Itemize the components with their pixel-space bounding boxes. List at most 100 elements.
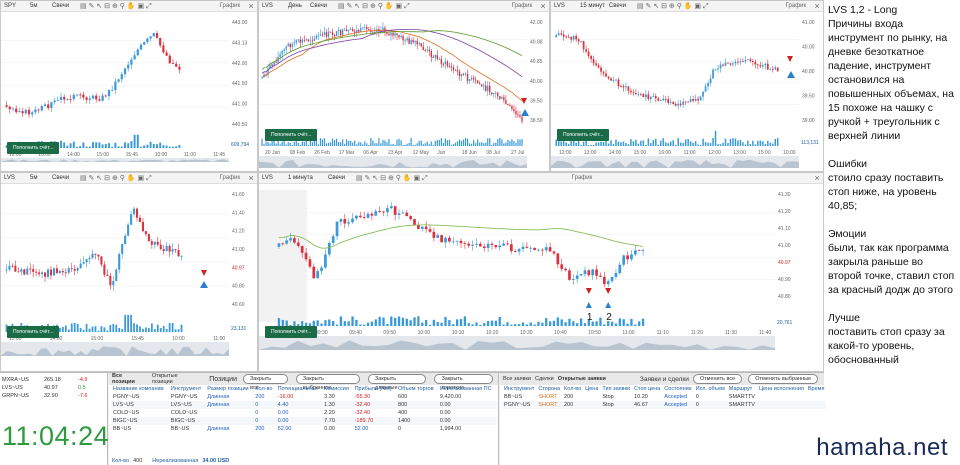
volume-bar xyxy=(729,138,732,146)
account-topup-button[interactable]: Пополнить счёт... xyxy=(7,326,60,338)
candle-body xyxy=(519,115,521,117)
close-short-button[interactable]: Закрыть короткие xyxy=(434,374,493,391)
tab-all-orders[interactable]: Все заявки xyxy=(503,376,531,382)
col-header[interactable]: Название компании xyxy=(111,385,169,393)
timeframe-selector[interactable]: 1 минута xyxy=(288,175,324,181)
col-header[interactable]: Инструмент xyxy=(169,385,205,393)
col-header[interactable]: Цена исполнения xyxy=(757,385,806,393)
tool-icons[interactable]: ▤ ✎ ↖ ⊟ ⊕ ⚲ ✋ ▣ ⤢ xyxy=(338,2,410,11)
col-header[interactable]: Стоп цена xyxy=(632,385,662,393)
candle-body xyxy=(351,29,354,32)
position-row[interactable]: COLD~US COLD~US 0 0.00 2.20 -32.40 400 0.00 xyxy=(111,409,497,417)
symbol-selector[interactable]: LVS xyxy=(554,3,576,9)
col-header[interactable]: Кол-во xyxy=(253,385,275,393)
volume-bar xyxy=(60,140,62,148)
timeframe-selector[interactable]: 5м xyxy=(30,175,48,181)
close-all-button[interactable]: Закрыть все xyxy=(242,374,288,391)
candle-body xyxy=(692,99,695,101)
account-topup-button[interactable]: Пополнить счёт... xyxy=(265,326,318,338)
tab-trades[interactable]: Сделки xyxy=(535,376,554,382)
timeframe-selector[interactable]: День xyxy=(288,3,306,9)
close-icon[interactable]: ⨯ xyxy=(248,2,254,10)
volume-bar xyxy=(124,142,126,148)
col-header[interactable]: Исп. объем xyxy=(694,385,727,393)
candle-body xyxy=(590,55,592,60)
close-selected-button[interactable]: Закрыть выбранное xyxy=(295,374,360,391)
volume-bar xyxy=(404,144,406,146)
position-row[interactable]: BB~US BB~US Длинная 200 52.00 0.00 52.00 0 1,994… xyxy=(111,425,497,433)
price-axis-label: 38.50 xyxy=(530,118,543,124)
col-header[interactable]: Размер позиции xyxy=(205,385,253,393)
cancel-all-button[interactable]: Отменить все xyxy=(692,374,743,384)
candle-body xyxy=(587,270,591,276)
volume-bar xyxy=(269,143,271,146)
table-cell: 0 xyxy=(255,410,259,416)
order-row[interactable]: PGNY~US SHORT 200 Stop 46.67 Accepted 0 SMARTTV xyxy=(502,401,827,409)
symbol-selector[interactable]: LVS xyxy=(262,175,284,181)
tool-icons[interactable]: ▤ ✎ ↖ ⊟ ⊕ ⚲ ✋ ▣ ⤢ xyxy=(637,2,709,11)
position-row[interactable]: PGNY~US PGNY~US Длинная 200 -16.00 3.30 -55.30… xyxy=(111,393,497,401)
watchlist-row[interactable]: MXRA~US 265.18 -4.9 xyxy=(0,376,89,384)
chart-type-selector[interactable]: Свечи xyxy=(52,3,76,9)
candle-body xyxy=(456,70,459,72)
col-header[interactable]: Состояние xyxy=(662,385,693,393)
tool-icons[interactable]: ▤ ✎ ↖ ⊟ ⊕ ⚲ ✋ ▣ ⤢ xyxy=(356,174,428,183)
cancel-selected-button[interactable]: Отменить выбранные xyxy=(748,374,819,384)
symbol-selector[interactable]: SPY xyxy=(4,3,26,9)
close-icon[interactable]: ⨯ xyxy=(814,2,820,10)
position-row[interactable]: BIGC~US BIGC~US 0 0.00 7.70 -189.70 1400 0.00 xyxy=(111,417,497,425)
volume-bar xyxy=(583,323,587,326)
time-axis-label: 15:00 xyxy=(634,150,647,156)
candle-body xyxy=(749,59,752,62)
watchlist-row[interactable]: LVS~US 40.97 0.5 xyxy=(0,384,89,392)
candle-body xyxy=(533,247,536,250)
volume-bar xyxy=(146,144,149,148)
price-axis-label: 442.00 xyxy=(232,61,248,67)
col-header[interactable]: Сторона xyxy=(536,385,562,393)
account-topup-button[interactable]: Пополнить счёт... xyxy=(7,142,60,154)
chart-type-selector[interactable]: Свечи xyxy=(609,3,633,9)
col-header[interactable]: Потенциальная xyxy=(276,385,323,393)
col-header[interactable]: Время xyxy=(806,385,827,393)
tab-all-positions[interactable]: Все позиции xyxy=(112,373,146,385)
col-header[interactable]: Цена xyxy=(583,385,600,393)
timeframe-selector[interactable]: 5м xyxy=(30,3,48,9)
volume-bar xyxy=(114,142,117,148)
tab-open-orders[interactable]: Открытые заявки xyxy=(558,376,606,382)
timeframe-selector[interactable]: 15 минут xyxy=(580,3,605,9)
close-icon[interactable]: ⨯ xyxy=(540,2,546,10)
close-long-button[interactable]: Закрыть длинные xyxy=(367,374,427,391)
col-header[interactable]: Тип заявки xyxy=(600,385,632,393)
col-header[interactable]: Комиссия xyxy=(322,385,352,393)
volume-bar xyxy=(665,142,667,146)
tool-icons[interactable]: ▤ ✎ ↖ ⊟ ⊕ ⚲ ✋ ▣ ⤢ xyxy=(80,174,152,183)
candle-body xyxy=(124,235,127,245)
col-header[interactable]: Кол-во xyxy=(562,385,583,393)
tab-open-positions[interactable]: Открытые позиции xyxy=(152,373,199,385)
col-header[interactable]: Инструмент xyxy=(502,385,536,393)
symbol-selector[interactable]: LVS xyxy=(262,3,284,9)
watchlist-row[interactable]: GRPN~US 32.90 -7.6 xyxy=(0,392,89,400)
chart-type-selector[interactable]: Свечи xyxy=(328,175,352,181)
order-row[interactable]: BB~US SHORT 200 Stop 10.20 Accepted 0 SMARTTV xyxy=(502,393,826,401)
close-icon[interactable]: ⨯ xyxy=(814,174,820,182)
col-header[interactable]: Объем торгов xyxy=(396,385,438,393)
candle-body xyxy=(652,96,655,97)
buy-marker-icon xyxy=(787,71,795,78)
col-header[interactable]: Использованная ПС xyxy=(438,385,497,393)
chart-type-selector[interactable]: Свечи xyxy=(310,3,334,9)
candle-body xyxy=(35,271,38,273)
col-header[interactable]: Маршрут xyxy=(727,385,757,393)
time-axis-label: 09:40 xyxy=(349,330,362,336)
close-icon[interactable]: ⨯ xyxy=(248,174,254,182)
account-topup-button[interactable]: Пополнить счёт... xyxy=(265,129,318,141)
chart-type-selector[interactable]: Свечи xyxy=(52,175,76,181)
symbol-selector[interactable]: LVS xyxy=(4,175,26,181)
position-row[interactable]: LVS~US LVS~US Длинная 0 4.40 1.30 -32.40 800 0.0… xyxy=(111,401,497,409)
account-topup-button[interactable]: Пополнить счёт... xyxy=(557,129,610,141)
tool-icons[interactable]: ▤ ✎ ↖ ⊟ ⊕ ⚲ ✋ ▣ ⤢ xyxy=(80,2,152,11)
candle-body xyxy=(521,116,523,122)
volume-bar xyxy=(509,140,511,146)
col-header[interactable]: Прибыль (Net) xyxy=(353,385,396,393)
candle-body xyxy=(600,67,602,72)
